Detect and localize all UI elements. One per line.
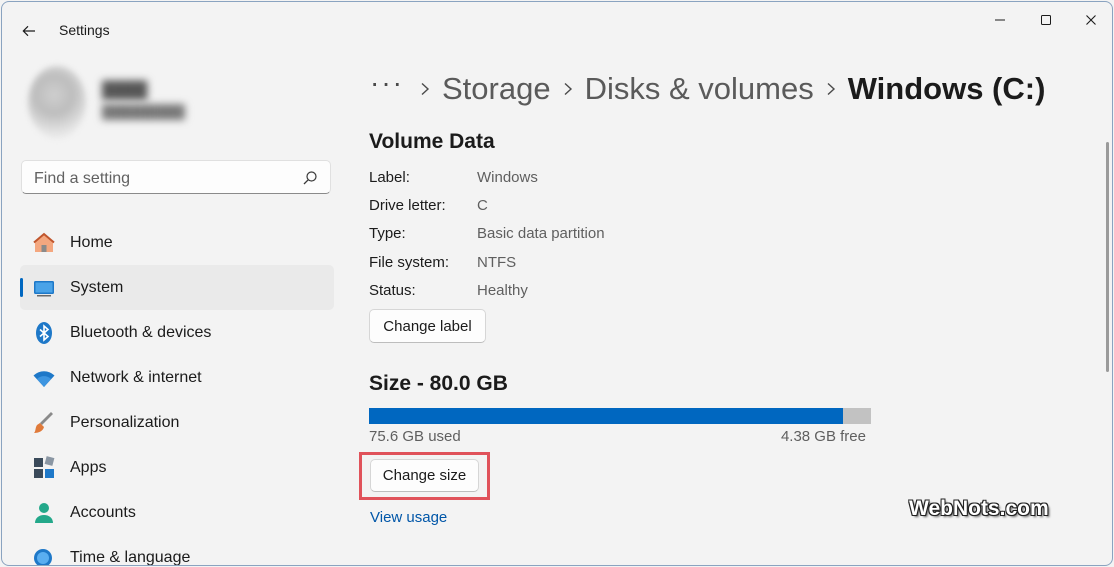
property-value-drive-letter: C xyxy=(477,197,488,214)
sidebar-item-network[interactable]: Network & internet xyxy=(20,355,334,400)
sidebar-item-label: Accounts xyxy=(70,503,136,521)
free-space-text: 4.38 GB free xyxy=(780,428,866,445)
storage-usage-fill xyxy=(369,408,844,424)
scrollbar[interactable] xyxy=(1106,142,1109,372)
sidebar-item-system[interactable]: System xyxy=(20,265,334,310)
back-arrow-icon xyxy=(22,25,35,37)
used-space-text: 75.6 GB used xyxy=(369,428,461,445)
breadcrumb-storage[interactable]: Storage xyxy=(442,71,551,107)
back-button[interactable] xyxy=(16,18,42,44)
accounts-icon xyxy=(32,501,56,525)
user-profile[interactable]: ████ █████████ xyxy=(20,62,340,142)
breadcrumb-more-button[interactable]: ··· xyxy=(370,67,408,99)
sidebar-item-bluetooth[interactable]: Bluetooth & devices xyxy=(20,310,334,355)
apps-icon xyxy=(32,455,56,480)
network-icon xyxy=(32,366,56,390)
sidebar-item-apps[interactable]: Apps xyxy=(20,445,334,490)
property-label: File system: xyxy=(369,254,450,271)
change-size-button[interactable]: Change size xyxy=(370,459,479,492)
property-value-label: Windows xyxy=(477,169,538,186)
title-bar: Settings xyxy=(2,2,1112,58)
breadcrumb-disks-volumes[interactable]: Disks & volumes xyxy=(585,71,814,107)
property-label: Drive letter: xyxy=(369,197,446,214)
sidebar-item-home[interactable]: Home xyxy=(20,220,334,265)
chevron-right-icon xyxy=(408,82,442,96)
settings-window: Settings ████ █████████ Find a setting H… xyxy=(1,1,1113,566)
close-button[interactable] xyxy=(1068,6,1112,34)
sidebar-item-label: Time & language xyxy=(70,548,191,566)
page-title: Windows (C:) xyxy=(847,71,1046,106)
brush-icon xyxy=(32,411,56,435)
time-language-icon xyxy=(32,546,56,565)
minimize-button[interactable] xyxy=(977,6,1023,34)
property-label: Label: xyxy=(369,169,410,186)
property-label: Status: xyxy=(369,282,416,299)
storage-usage-bar xyxy=(369,408,871,424)
search-input[interactable] xyxy=(32,167,296,191)
property-value-file-system: NTFS xyxy=(477,254,517,271)
sidebar-item-time-language[interactable]: Time & language xyxy=(20,535,334,566)
property-label: Type: xyxy=(369,225,406,242)
home-icon xyxy=(32,231,56,255)
close-icon xyxy=(1086,15,1096,25)
sidebar-item-personalization[interactable]: Personalization xyxy=(20,400,334,445)
sidebar-item-accounts[interactable]: Accounts xyxy=(20,490,334,535)
sidebar-item-label: Personalization xyxy=(70,413,180,431)
search-icon[interactable] xyxy=(302,170,318,186)
chevron-right-icon xyxy=(551,82,585,96)
sidebar-item-label: Network & internet xyxy=(70,368,202,386)
app-title: Settings xyxy=(59,22,110,38)
property-value-status: Healthy xyxy=(477,282,528,299)
watermark: WebNots.com xyxy=(909,497,1049,520)
maximize-icon xyxy=(1041,15,1051,25)
property-value-type: Basic data partition xyxy=(477,225,605,242)
size-heading: Size - 80.0 GB xyxy=(369,372,508,395)
sidebar-nav: Home System Bluetooth & devices Network … xyxy=(20,220,334,566)
minimize-icon xyxy=(995,19,1005,21)
maximize-button[interactable] xyxy=(1023,6,1069,34)
chevron-right-icon xyxy=(814,82,848,96)
sidebar-item-label: Home xyxy=(70,233,113,251)
view-usage-link[interactable]: View usage xyxy=(370,509,447,526)
search-box[interactable] xyxy=(21,160,331,194)
user-email-blurred: █████████ xyxy=(102,104,185,119)
sidebar-item-label: Apps xyxy=(70,458,107,476)
change-label-button[interactable]: Change label xyxy=(369,309,486,343)
breadcrumb: ··· Storage Disks & volumes Windows (C:) xyxy=(370,66,1045,112)
volume-data-heading: Volume Data xyxy=(369,130,495,153)
sidebar-item-label: Bluetooth & devices xyxy=(70,323,212,341)
user-name-blurred: ████ xyxy=(102,82,148,99)
avatar xyxy=(28,66,86,138)
system-icon xyxy=(32,276,56,300)
bluetooth-icon xyxy=(32,321,56,345)
sidebar-item-label: System xyxy=(70,278,124,296)
